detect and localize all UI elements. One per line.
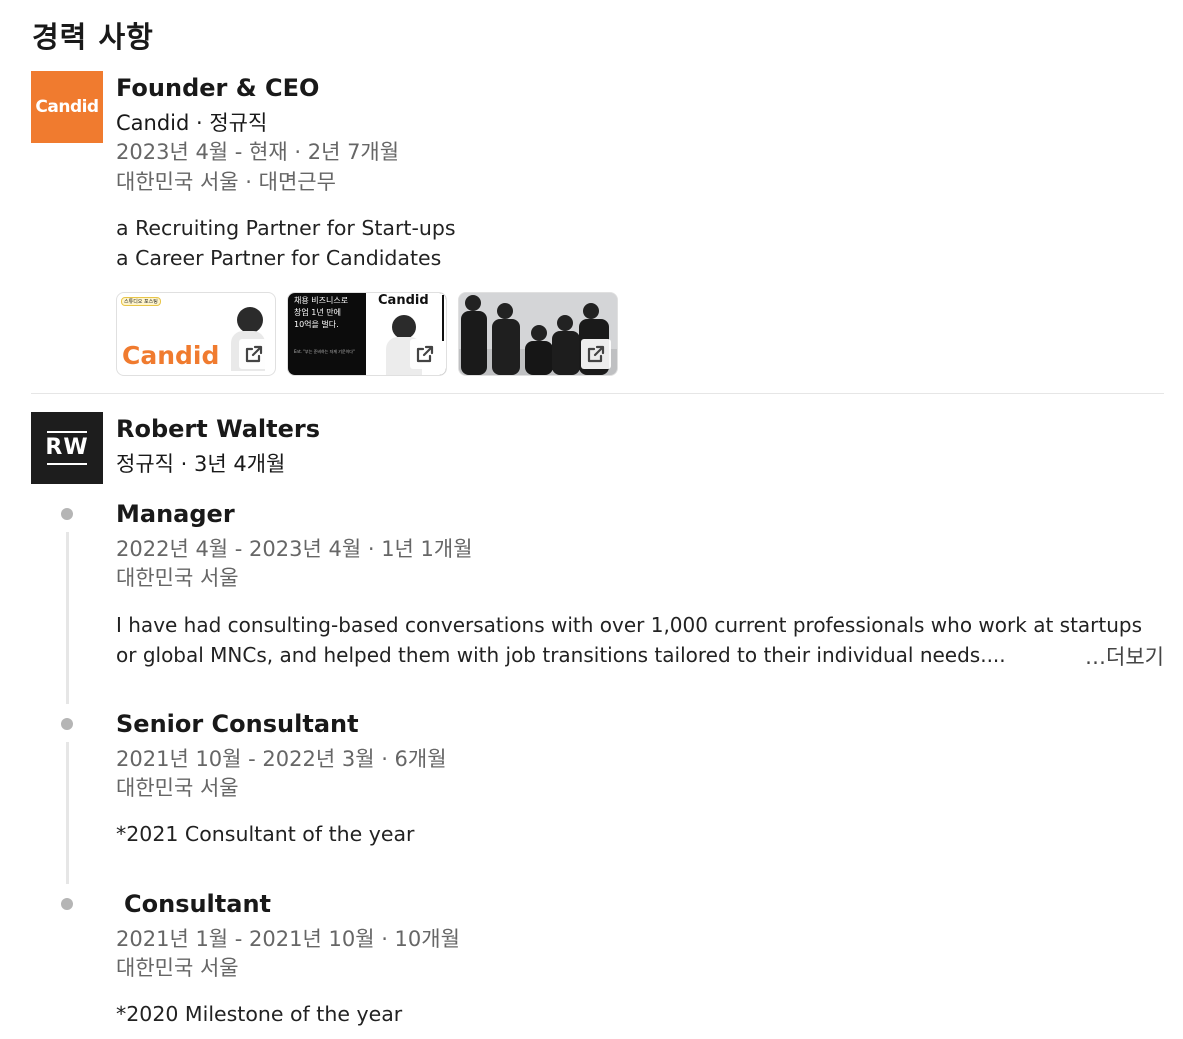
media-thumbnail-1[interactable]: 스튜디오 포스팅 Candid [116, 292, 276, 376]
role-dates: 2021년 10월 - 2022년 3월 · 6개월 [116, 747, 447, 771]
timeline-line [65, 532, 69, 704]
timeline-dot-icon [61, 508, 73, 520]
job-description-line: a Recruiting Partner for Start-ups [116, 216, 456, 240]
external-link-icon[interactable] [581, 339, 611, 369]
role-title[interactable]: Consultant [124, 890, 271, 918]
robert-walters-logo-text: RW [45, 435, 89, 460]
media-thumbnail-3[interactable] [458, 292, 618, 376]
company-name[interactable]: Robert Walters [116, 415, 320, 443]
role-title[interactable]: Senior Consultant [116, 710, 359, 738]
company-type: Candid · 정규직 [116, 111, 268, 135]
role-description-line: *2021 Consultant of the year [116, 822, 415, 846]
timeline-dot-icon [61, 898, 73, 910]
job-title[interactable]: Founder & CEO [116, 74, 319, 102]
role-location: 대한민국 서울 [116, 566, 239, 590]
role-dates: 2022년 4월 - 2023년 4월 · 1년 1개월 [116, 537, 473, 561]
robert-walters-logo[interactable]: RW [31, 412, 103, 484]
job-dates: 2023년 4월 - 현재 · 2년 7개월 [116, 140, 400, 164]
external-link-icon[interactable] [410, 339, 440, 369]
divider [31, 393, 1164, 394]
job-description-line: a Career Partner for Candidates [116, 246, 442, 270]
timeline-dot-icon [61, 718, 73, 730]
candid-logo-text: Candid [35, 97, 99, 117]
candid-logo[interactable]: Candid [31, 71, 103, 143]
timeline-line [65, 742, 69, 884]
role-dates: 2021년 1월 - 2021년 10월 · 10개월 [116, 927, 460, 951]
section-title: 경력 사항 [32, 20, 154, 54]
role-title[interactable]: Manager [116, 500, 235, 528]
media-thumbnail-2[interactable]: 채용 비즈니스로 창업 1년 만에 10억을 벌다. Ent. "부는 준비하는… [287, 292, 447, 376]
media-subtext: Ent. "부는 준비하는 자게 기운이다" [294, 349, 355, 354]
person-photo [392, 315, 416, 339]
job-location: 대한민국 서울 · 대면근무 [116, 170, 336, 194]
media-brand: Candid [378, 293, 429, 308]
role-location: 대한민국 서울 [116, 776, 239, 800]
media-headline: 채용 비즈니스로 창업 1년 만에 10억을 벌다. [294, 296, 349, 329]
media-badge: 스튜디오 포스팅 [121, 297, 161, 306]
role-description-line: I have had consulting-based conversation… [116, 613, 1143, 637]
logo-bar [47, 431, 87, 433]
see-more-button[interactable]: …더보기 [1085, 641, 1164, 671]
media-brand: Candid [122, 341, 220, 370]
logo-bar [47, 463, 87, 465]
media-bar [442, 295, 444, 341]
role-description-line: or global MNCs, and helped them with job… [116, 643, 1006, 667]
role-location: 대한민국 서울 [116, 956, 239, 980]
role-description-line: *2020 Milestone of the year [116, 1002, 403, 1026]
person-photo [237, 307, 263, 333]
company-type-duration: 정규직 · 3년 4개월 [116, 452, 286, 476]
external-link-icon[interactable] [239, 339, 269, 369]
